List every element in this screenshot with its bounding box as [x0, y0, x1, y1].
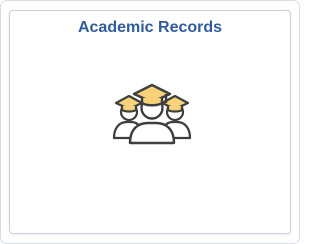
tile-title: Academic Records [77, 19, 223, 36]
tile-container: Academic Records [0, 0, 300, 244]
graduates-icon [108, 81, 196, 145]
academic-records-tile[interactable]: Academic Records [9, 10, 291, 234]
